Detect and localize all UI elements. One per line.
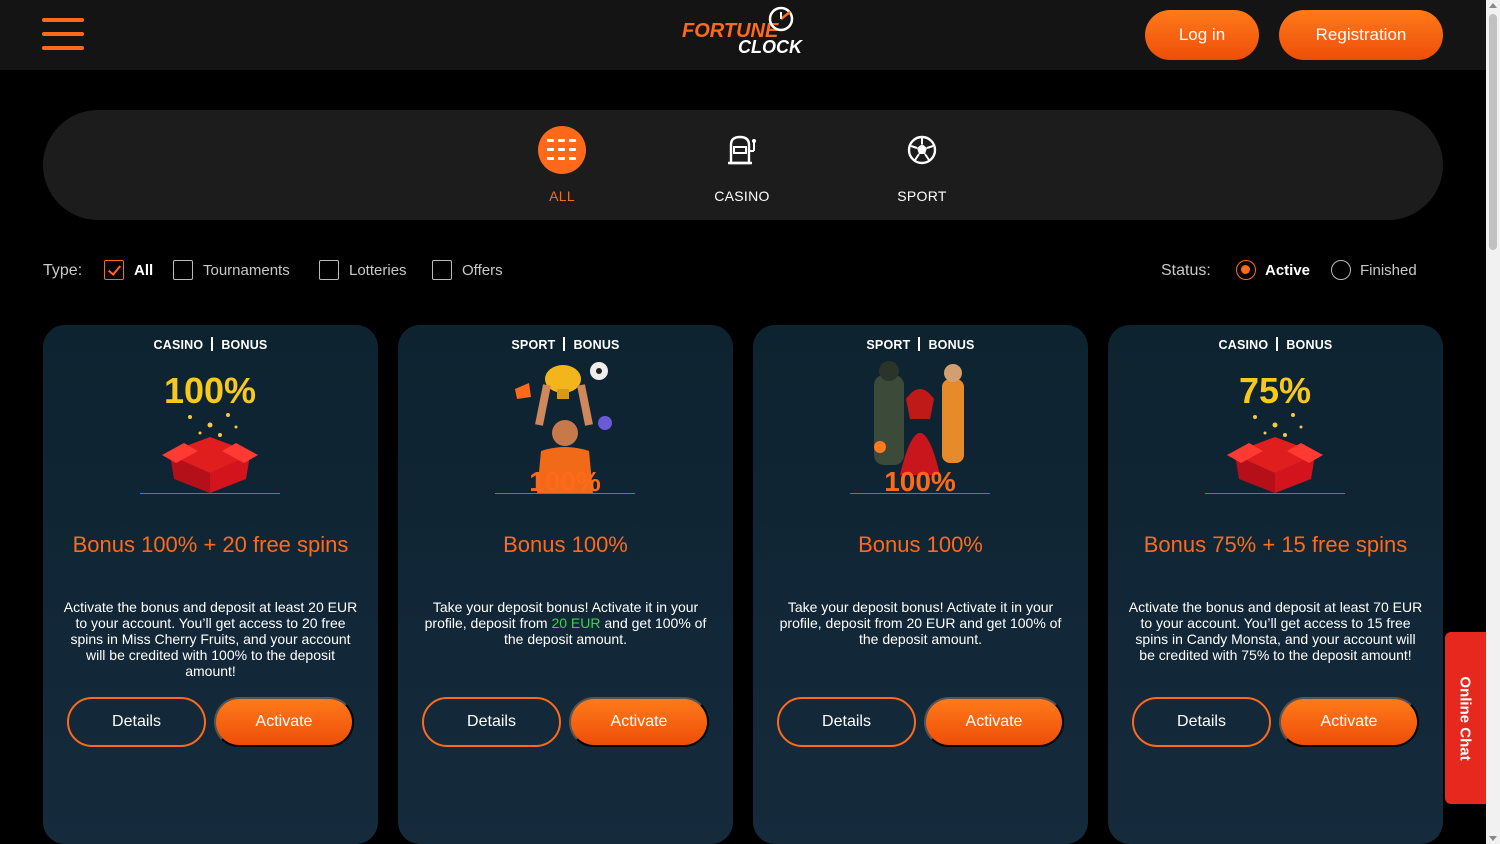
online-chat-tab[interactable]: Online Chat <box>1445 632 1486 804</box>
tab-sport[interactable]: SPORT <box>872 126 972 204</box>
card-divider <box>1205 493 1345 494</box>
logo-word-clock: CLOCK <box>738 37 802 57</box>
card-tag-type: BONUS <box>1286 338 1333 352</box>
card-tag-category: CASINO <box>153 338 204 352</box>
status-finished-label: Finished <box>1360 261 1417 279</box>
scroll-up-arrow-icon[interactable] <box>1489 3 1497 8</box>
filter-all-checkbox[interactable]: All <box>104 260 153 280</box>
card-description-text: Activate the bonus and deposit at least … <box>1128 599 1423 663</box>
art-percent-text: 100% <box>884 466 956 493</box>
art-percent-text: 75% <box>1239 370 1311 411</box>
slot-machine-icon <box>718 126 766 174</box>
card-description-text: Activate the bonus and deposit at least … <box>63 599 358 679</box>
card-title: Bonus 75% + 15 free spins <box>1143 532 1408 557</box>
bonus-card: SPORT BONUS 100% Bonus 100% Take your dep… <box>753 325 1088 844</box>
checkbox-icon <box>319 260 339 280</box>
card-tag-type: BONUS <box>573 338 620 352</box>
card-divider <box>495 493 635 494</box>
activate-button[interactable]: Activate <box>214 697 354 747</box>
login-button[interactable]: Log in <box>1145 10 1259 60</box>
card-description-text: Take your deposit bonus! Activate it in … <box>779 599 1062 647</box>
type-label: Type: <box>43 262 83 279</box>
card-description: Activate the bonus and deposit at least … <box>1126 599 1425 663</box>
grid-icon <box>538 126 586 174</box>
details-button[interactable]: Details <box>422 697 561 747</box>
details-button[interactable]: Details <box>777 697 916 747</box>
card-description: Activate the bonus and deposit at least … <box>61 599 360 679</box>
activate-button[interactable]: Activate <box>924 697 1064 747</box>
category-bar: ALL CASINO SPORT <box>43 110 1443 220</box>
tab-all-label: ALL <box>549 188 575 204</box>
checkbox-icon <box>432 260 452 280</box>
card-title: Bonus 100% + 20 free spins <box>72 532 349 557</box>
art-percent-text: 100% <box>529 466 601 493</box>
activate-button[interactable]: Activate <box>569 697 709 747</box>
page-scrollbar[interactable] <box>1486 0 1500 844</box>
game-heroes-image: 100% <box>850 355 990 497</box>
filter-offers-checkbox[interactable]: Offers <box>432 260 503 280</box>
bonus-card: CASINO BONUS 75% Bonus 75% + 15 free spin… <box>1108 325 1443 844</box>
activate-button[interactable]: Activate <box>1279 697 1419 747</box>
checkbox-icon <box>173 260 193 280</box>
card-description: Take your deposit bonus! Activate it in … <box>771 599 1070 647</box>
card-description: Take your deposit bonus! Activate it in … <box>416 599 715 647</box>
scroll-down-arrow-icon[interactable] <box>1489 836 1497 841</box>
bonus-card: CASINO BONUS 100% Bonus 100% + 20 free sp… <box>43 325 378 844</box>
scrollbar-thumb[interactable] <box>1489 14 1497 250</box>
clock-icon <box>768 6 794 32</box>
art-percent-text: 100% <box>164 370 256 411</box>
details-button[interactable]: Details <box>1132 697 1271 747</box>
filter-all-label: All <box>134 261 154 279</box>
card-divider <box>850 493 990 494</box>
card-tags: CASINO BONUS <box>43 337 378 352</box>
card-description-highlight: 20 EUR <box>551 615 601 631</box>
tab-casino[interactable]: CASINO <box>692 126 792 204</box>
gift-box-image: 100% <box>140 355 280 493</box>
top-header: FORTUNE CLOCK Log in Registration <box>0 0 1486 70</box>
hamburger-icon[interactable] <box>42 18 84 52</box>
tab-casino-label: CASINO <box>714 188 770 204</box>
card-tag-type: BONUS <box>221 338 268 352</box>
soccer-ball-icon <box>898 126 946 174</box>
status-active-radio[interactable]: Active <box>1236 260 1310 280</box>
filters-row: Type: All Tournaments Lotteries Offers S… <box>43 258 1443 284</box>
status-label: Status: <box>1161 262 1211 279</box>
filter-lotteries-checkbox[interactable]: Lotteries <box>319 260 407 280</box>
checkbox-checked-icon <box>104 260 124 280</box>
card-title: Bonus 100% <box>503 532 628 557</box>
tab-sport-label: SPORT <box>897 188 947 204</box>
card-tag-category: CASINO <box>1218 338 1269 352</box>
radio-selected-icon <box>1236 260 1256 280</box>
filter-lotteries-label: Lotteries <box>349 261 407 279</box>
online-chat-label: Online Chat <box>1457 675 1475 761</box>
registration-button[interactable]: Registration <box>1279 10 1443 60</box>
details-button[interactable]: Details <box>67 697 206 747</box>
card-tag-category: SPORT <box>511 338 556 352</box>
radio-icon <box>1331 260 1351 280</box>
status-active-label: Active <box>1265 261 1311 279</box>
card-title: Bonus 100% <box>858 532 983 557</box>
tab-all[interactable]: ALL <box>512 126 612 204</box>
card-tags: CASINO BONUS <box>1108 337 1443 352</box>
filter-offers-label: Offers <box>462 261 503 279</box>
card-tag-type: BONUS <box>928 338 975 352</box>
filter-tournaments-checkbox[interactable]: Tournaments <box>173 260 290 280</box>
football-player-trophy-image: 100% <box>495 355 635 497</box>
card-tags: SPORT BONUS <box>753 337 1088 352</box>
site-logo[interactable]: FORTUNE CLOCK <box>680 4 805 60</box>
filter-tournaments-label: Tournaments <box>203 261 290 279</box>
card-divider <box>140 493 280 494</box>
bonus-card: SPORT BONUS 100% Bonus 100% Take your dep… <box>398 325 733 844</box>
card-tags: SPORT BONUS <box>398 337 733 352</box>
status-finished-radio[interactable]: Finished <box>1331 260 1417 280</box>
gift-box-image: 75% <box>1205 355 1345 493</box>
card-tag-category: SPORT <box>866 338 911 352</box>
